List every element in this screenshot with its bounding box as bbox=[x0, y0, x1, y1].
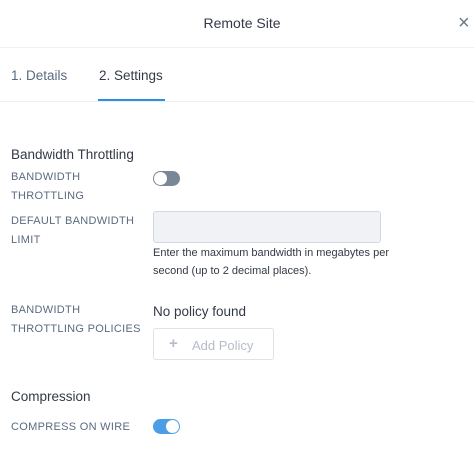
bandwidth-throttling-toggle[interactable] bbox=[153, 171, 180, 186]
default-bandwidth-limit-label: DEFAULT BANDWIDTH LIMIT bbox=[11, 212, 134, 250]
no-policy-text: No policy found bbox=[153, 304, 247, 319]
bandwidth-section-title: Bandwidth Throttling bbox=[11, 147, 134, 162]
compress-on-wire-toggle[interactable] bbox=[153, 419, 180, 434]
add-policy-label: Add Policy bbox=[192, 338, 254, 353]
dialog-header: Remote Site × bbox=[0, 0, 474, 48]
default-bandwidth-limit-input[interactable] bbox=[153, 211, 381, 243]
tab-settings[interactable]: 2. Settings bbox=[99, 68, 163, 83]
toggle-knob bbox=[166, 420, 179, 433]
label-line: BANDWIDTH bbox=[11, 304, 81, 316]
bandwidth-throttling-policies-label: BANDWIDTH THROTTLING POLICIES bbox=[11, 301, 141, 339]
dialog-title: Remote Site bbox=[203, 15, 281, 31]
label-line: THROTTLING bbox=[11, 190, 85, 202]
toggle-knob bbox=[154, 172, 167, 185]
plus-icon: + bbox=[169, 335, 178, 352]
label-line: BANDWIDTH bbox=[11, 171, 81, 183]
close-icon[interactable]: × bbox=[458, 12, 474, 34]
help-line: Enter the maximum bandwidth in megabytes… bbox=[153, 247, 390, 259]
active-tab-indicator bbox=[98, 99, 165, 101]
tab-details[interactable]: 1. Details bbox=[11, 68, 67, 83]
label-line: THROTTLING POLICIES bbox=[11, 323, 141, 335]
label-line: DEFAULT BANDWIDTH bbox=[11, 215, 135, 227]
compress-on-wire-label: COMPRESS ON WIRE bbox=[11, 421, 131, 433]
add-policy-button[interactable]: + Add Policy bbox=[153, 328, 274, 360]
bandwidth-limit-help: Enter the maximum bandwidth in megabytes… bbox=[153, 244, 428, 280]
help-line: second (up to 2 decimal places). bbox=[153, 265, 312, 277]
compression-section-title: Compression bbox=[11, 389, 91, 404]
wizard-tabs: 1. Details 2. Settings bbox=[0, 48, 474, 102]
bandwidth-throttling-label: BANDWIDTH THROTTLING bbox=[11, 168, 84, 206]
label-line: LIMIT bbox=[11, 234, 41, 246]
